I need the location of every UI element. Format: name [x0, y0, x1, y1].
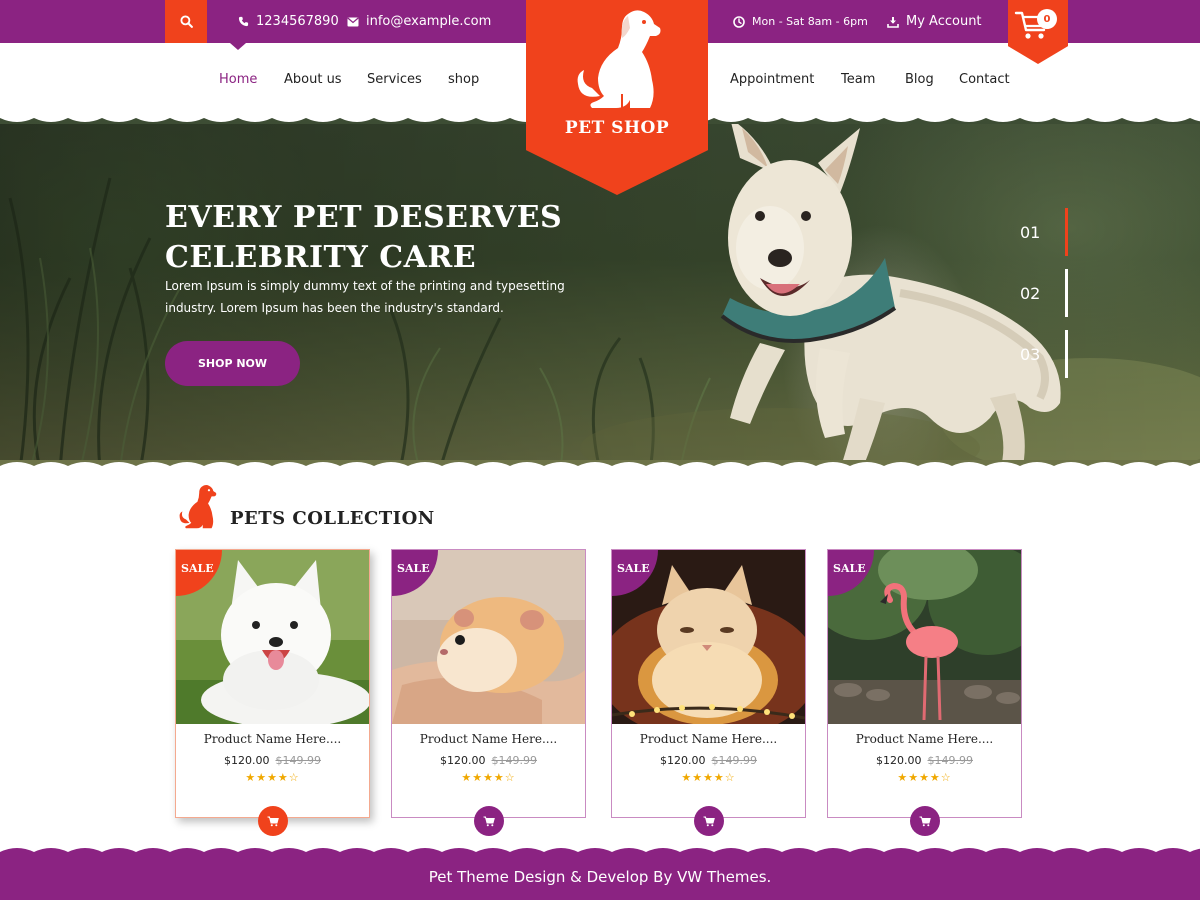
product-name[interactable]: Product Name Here....	[828, 732, 1021, 746]
cart-icon	[703, 816, 715, 826]
product-price: $120.00 $149.99	[392, 754, 585, 767]
current-price: $120.00	[876, 754, 922, 767]
product-name[interactable]: Product Name Here....	[176, 732, 369, 746]
dog-section-icon	[179, 485, 217, 529]
slide-number: 01	[1020, 222, 1041, 242]
phone-number: 1234567890	[256, 14, 339, 29]
star-rating: ★★★★☆	[897, 771, 952, 784]
slide-indicator-3[interactable]: 03	[1020, 330, 1068, 378]
header-cart-button[interactable]	[1008, 0, 1068, 64]
phone-contact[interactable]: 1234567890	[238, 0, 339, 43]
cart-count-badge: 0	[1037, 9, 1057, 29]
old-price: $149.99	[491, 754, 538, 767]
dog-logo-icon	[577, 10, 661, 108]
active-nav-pointer	[230, 43, 246, 50]
nav-about-us[interactable]: About us	[284, 72, 342, 87]
cart-icon	[267, 816, 279, 826]
hero-title: EVERY PET DESERVES CELEBRITY CARE	[165, 198, 595, 278]
nav-blog[interactable]: Blog	[905, 72, 934, 87]
add-to-cart-button[interactable]	[258, 806, 288, 836]
clock-icon	[733, 15, 745, 28]
old-price: $149.99	[711, 754, 758, 767]
email-icon	[347, 17, 359, 26]
current-price: $120.00	[440, 754, 486, 767]
search-button[interactable]	[165, 0, 207, 43]
shop-now-button[interactable]: SHOP NOW	[165, 341, 300, 386]
product-card[interactable]: SALE Product Name Here.... $120.00 $149.9…	[175, 549, 370, 836]
product-price: $120.00 $149.99	[612, 754, 805, 767]
product-price: $120.00 $149.99	[828, 754, 1021, 767]
slide-indicator-1[interactable]: 01	[1020, 208, 1068, 256]
search-icon	[179, 15, 193, 28]
star-rating: ★★★★☆	[681, 771, 736, 784]
add-to-cart-button[interactable]	[694, 806, 724, 836]
slide-indicator-bar	[1065, 208, 1068, 256]
product-name[interactable]: Product Name Here....	[612, 732, 805, 746]
slide-indicator-bar	[1065, 330, 1068, 378]
slide-indicator-bar	[1065, 269, 1068, 317]
phone-icon	[238, 16, 249, 27]
slide-number: 03	[1020, 344, 1041, 364]
slide-number: 02	[1020, 283, 1041, 303]
section-title: PETS COLLECTION	[230, 508, 435, 529]
hero-title-line-2: CELEBRITY CARE	[165, 240, 477, 275]
hero-bottom-scallop	[0, 460, 1200, 472]
star-rating: ★★★★☆	[461, 771, 516, 784]
product-price: $120.00 $149.99	[176, 754, 369, 767]
add-to-cart-button[interactable]	[474, 806, 504, 836]
slide-indicator-2[interactable]: 02	[1020, 269, 1068, 317]
nav-team[interactable]: Team	[841, 72, 875, 87]
cart-icon	[919, 816, 931, 826]
download-icon	[887, 16, 899, 28]
product-card[interactable]: SALE Product Name Here.... $120.00 $149.9…	[827, 549, 1022, 836]
hero-title-line-1: EVERY PET DESERVES	[165, 200, 563, 235]
email-contact[interactable]: info@example.com	[347, 0, 491, 43]
nav-contact[interactable]: Contact	[959, 72, 1010, 87]
nav-home[interactable]: Home	[219, 72, 257, 87]
my-account-link[interactable]: My Account	[887, 0, 982, 43]
add-to-cart-button[interactable]	[910, 806, 940, 836]
my-account-label: My Account	[906, 14, 982, 29]
star-rating: ★★★★☆	[245, 771, 300, 784]
current-price: $120.00	[660, 754, 706, 767]
product-card[interactable]: SALE Product Name Here.... $120.00 $149.9…	[611, 549, 806, 836]
logo-text: PET SHOP	[564, 118, 670, 138]
email-address: info@example.com	[366, 14, 492, 29]
old-price: $149.99	[927, 754, 974, 767]
opening-hours: Mon - Sat 8am - 6pm	[733, 0, 868, 43]
product-name[interactable]: Product Name Here....	[392, 732, 585, 746]
product-card[interactable]: SALE Product Name Here.... $120.00 $149.9…	[391, 549, 586, 836]
footer-credit: Pet Theme Design & Develop By VW Themes.	[428, 868, 772, 886]
cart-icon	[483, 816, 495, 826]
hero-description: Lorem Ipsum is simply dummy text of the …	[165, 279, 565, 315]
current-price: $120.00	[224, 754, 270, 767]
nav-appointment[interactable]: Appointment	[730, 72, 814, 87]
nav-services[interactable]: Services	[367, 72, 422, 87]
hours-text: Mon - Sat 8am - 6pm	[752, 15, 868, 28]
nav-shop[interactable]: shop	[448, 72, 479, 87]
old-price: $149.99	[275, 754, 322, 767]
